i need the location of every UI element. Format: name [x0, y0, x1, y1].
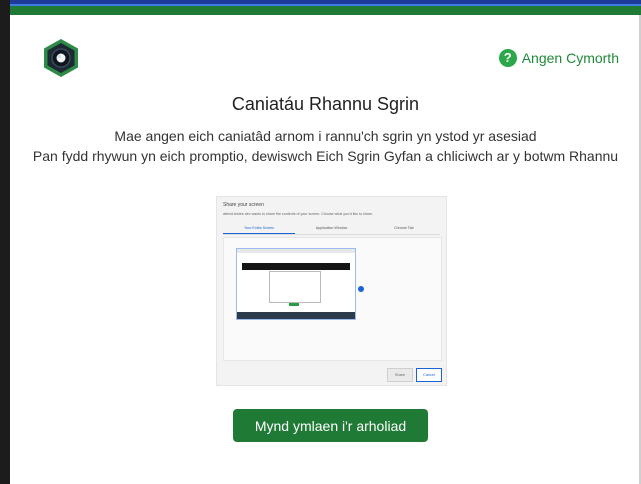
preview-tab-chrome-tab: Chrome Tab	[394, 226, 414, 230]
proceed-to-exam-button[interactable]: Mynd ymlaen i'r arholiad	[233, 409, 428, 442]
screen-share-instruction-image: Share your screen attend.testee.dev want…	[216, 196, 447, 386]
preview-tab-application-window: Application Window	[315, 226, 348, 230]
thumbnail-green-button	[289, 303, 299, 306]
brand-header-strip	[10, 6, 641, 15]
preview-share-button: Share	[387, 368, 413, 382]
help-label: Angen Cymorth	[521, 50, 619, 66]
thumbnail-dark-band	[242, 263, 350, 270]
preview-cancel-button: Cancel	[416, 368, 442, 382]
thumbnail-browser-bar	[237, 249, 355, 253]
page-description: Mae angen eich caniatâd arnom i rannu'ch…	[10, 126, 641, 166]
thumbnail-taskbar	[237, 312, 355, 319]
preview-tab-entire-screen: Your Entire Screen	[223, 224, 296, 234]
window-left-border	[0, 0, 10, 484]
thumbnail-dialog	[269, 271, 321, 303]
description-line-1: Mae angen eich caniatâd arnom i rannu'ch…	[114, 128, 537, 144]
question-circle-icon: ?	[498, 49, 517, 67]
app-logo-icon	[44, 39, 78, 77]
page-title: Caniatáu Rhannu Sgrin	[231, 94, 420, 114]
thumbnail-side-marker	[358, 286, 364, 292]
preview-title: Share your screen	[223, 202, 264, 208]
preview-subtitle: attend.testee.dev wants to share the con…	[223, 212, 374, 216]
description-line-2: Pan fydd rhywun yn eich promptio, dewisw…	[32, 148, 619, 164]
help-link[interactable]: ? Angen Cymorth	[498, 48, 619, 68]
preview-panel	[223, 237, 442, 361]
preview-screen-thumbnail	[236, 248, 356, 320]
preview-tabs: Your Entire Screen Application Window Ch…	[223, 224, 440, 235]
